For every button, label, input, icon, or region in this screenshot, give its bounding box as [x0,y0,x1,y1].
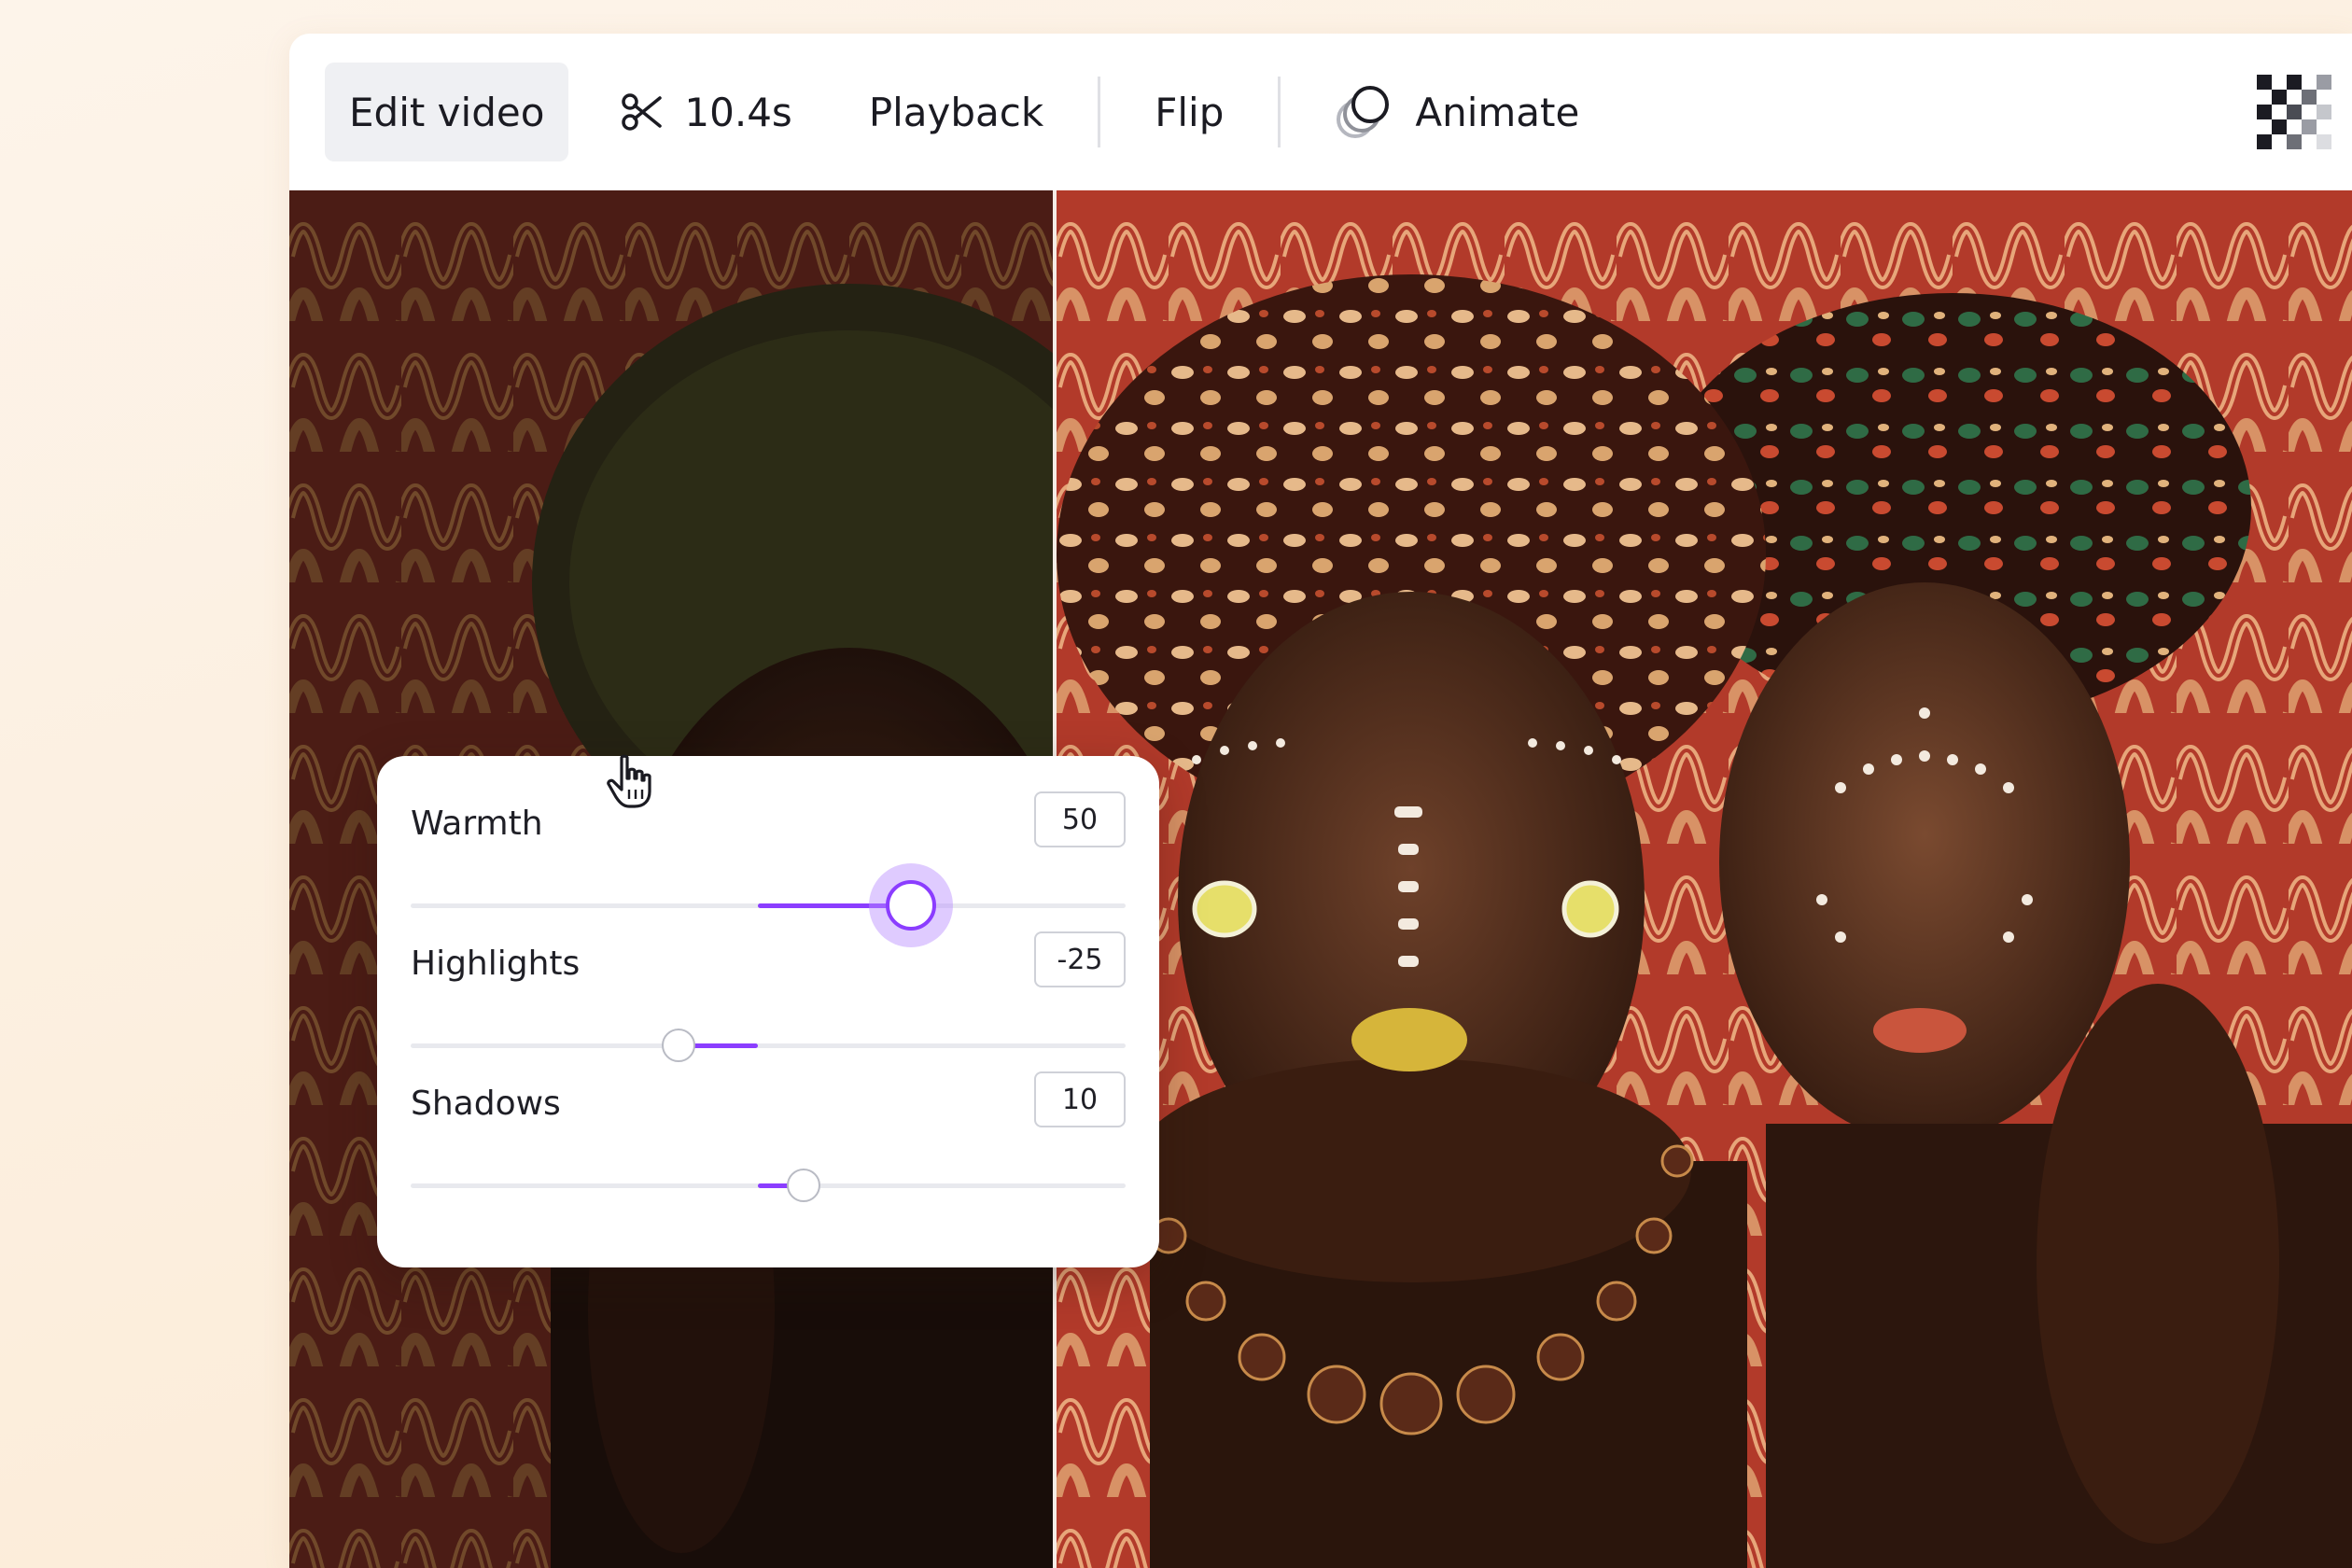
hand-pointer-icon [607,754,651,808]
highlights-label: Highlights [411,945,581,983]
animate-label: Animate [1415,89,1580,135]
warmth-control: Warmth 50 [411,756,1126,931]
flip-label: Flip [1155,89,1225,135]
shadows-label: Shadows [411,1085,561,1123]
transparency-icon[interactable] [2257,75,2331,149]
video-toolbar: Edit video 10.4s Playback Flip Animate [289,34,2352,190]
adjustments-panel: Warmth 50 Highlights -25 Shadows 10 [377,756,1159,1267]
toolbar-divider [1278,77,1281,147]
shadows-control: Shadows 10 [411,1036,1126,1202]
edit-video-button[interactable]: Edit video [325,63,569,161]
playback-label: Playback [868,89,1044,135]
playback-button[interactable]: Playback [845,63,1068,161]
animate-button[interactable]: Animate [1310,63,1603,161]
editor-window: Edit video 10.4s Playback Flip Animate W… [289,34,2352,1568]
shadows-slider-thumb[interactable] [787,1169,821,1202]
video-frame-after [1057,190,2352,1568]
edit-video-label: Edit video [349,89,545,135]
video-canvas[interactable]: Warmth 50 Highlights -25 Shadows 10 [289,190,2352,1568]
scissors-icon [621,91,664,133]
warmth-value-input[interactable]: 50 [1034,791,1126,847]
animate-icon [1335,82,1394,142]
warmth-label: Warmth [411,805,543,843]
highlights-control: Highlights -25 [411,896,1126,1062]
trim-duration-label: 10.4s [684,89,792,135]
trim-button[interactable]: 10.4s [596,63,816,161]
toolbar-divider [1098,77,1101,147]
flip-button[interactable]: Flip [1130,63,1248,161]
shadows-value-input[interactable]: 10 [1034,1071,1126,1127]
shadows-slider[interactable] [411,1169,1126,1202]
highlights-value-input[interactable]: -25 [1034,931,1126,987]
